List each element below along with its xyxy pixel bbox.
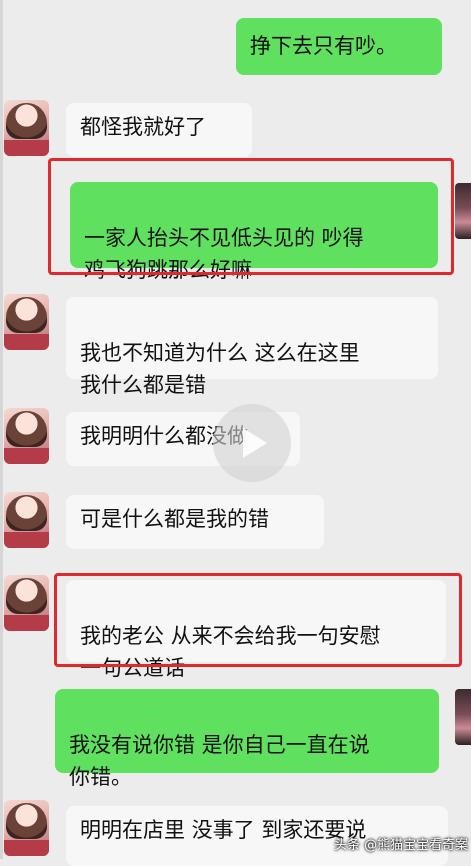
message-text: 明明在店里 没事了 到家还要说 bbox=[80, 818, 367, 842]
avatar-shoulder bbox=[4, 532, 49, 548]
message-bubble-left[interactable]: 可是什么都是我的错 bbox=[66, 495, 324, 549]
play-icon bbox=[243, 428, 267, 458]
avatar-shoulder bbox=[4, 448, 49, 464]
highlight-box bbox=[54, 573, 462, 667]
avatar-hair bbox=[6, 411, 47, 447]
avatar-hair bbox=[6, 803, 47, 839]
message-text: 我没有说你错 是你自己一直在说 你错。 bbox=[69, 733, 370, 789]
message-text: 可是什么都是我的错 bbox=[80, 507, 269, 531]
avatar-shoulder bbox=[4, 840, 49, 856]
avatar-hair bbox=[6, 578, 47, 614]
edge-divider bbox=[0, 0, 3, 859]
message-bubble-left[interactable]: 我也不知道为什么 这么在这里 我什么都是错 bbox=[66, 297, 438, 397]
avatar-self[interactable] bbox=[455, 183, 471, 239]
chat-area: 挣下去只有吵。 都怪我就好了 一家人抬头不见低头见的 吵得 鸡飞狗跳那么好嘛 我… bbox=[0, 0, 471, 866]
avatar-shoulder bbox=[4, 334, 49, 350]
highlight-box bbox=[48, 158, 454, 275]
avatar-hair bbox=[6, 103, 47, 139]
message-bubble-left[interactable]: 都怪我就好了 bbox=[66, 103, 252, 157]
watermark: 头条 @熊猫宝宝看奇案 bbox=[334, 838, 469, 853]
avatar[interactable] bbox=[4, 492, 49, 548]
message-text: 我也不知道为什么 这么在这里 我什么都是错 bbox=[80, 341, 360, 397]
avatar-shoulder bbox=[4, 615, 49, 631]
avatar[interactable] bbox=[4, 800, 49, 856]
avatar[interactable] bbox=[4, 408, 49, 464]
avatar[interactable] bbox=[4, 575, 49, 631]
avatar[interactable] bbox=[4, 294, 49, 350]
video-play-button[interactable] bbox=[213, 404, 291, 482]
avatar[interactable] bbox=[4, 100, 49, 156]
message-bubble-right[interactable]: 我没有说你错 是你自己一直在说 你错。 bbox=[55, 689, 439, 789]
avatar-hair bbox=[6, 297, 47, 333]
avatar-hair bbox=[6, 495, 47, 531]
avatar-shoulder bbox=[4, 140, 49, 156]
message-text: 挣下去只有吵。 bbox=[250, 34, 397, 58]
avatar-self[interactable] bbox=[455, 689, 471, 745]
message-bubble-right[interactable]: 挣下去只有吵。 bbox=[236, 18, 442, 75]
message-text: 都怪我就好了 bbox=[80, 115, 206, 139]
